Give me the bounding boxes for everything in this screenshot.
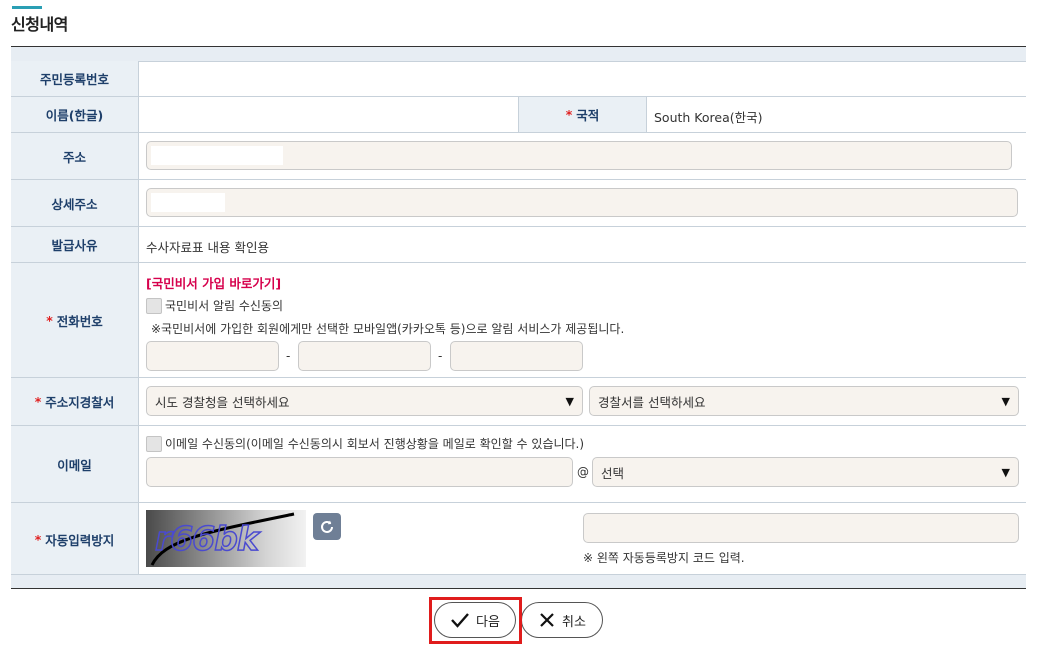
row-detail-address: 상세주소 — [11, 180, 1026, 227]
address-input[interactable] — [146, 141, 1012, 170]
reason-cell: 수사자료표 내용 확인용 — [139, 227, 1026, 262]
name-value — [139, 97, 519, 132]
redacted-detail-address — [151, 193, 225, 212]
captcha-input[interactable] — [583, 513, 1019, 543]
row-email: 이메일 이메일 수신동의(이메일 수신동의시 회보서 진행상황을 메일로 확인할… — [11, 426, 1026, 503]
row-name-nationality: 이름(한글) * 국적 South Korea(한국) — [11, 97, 1026, 133]
station-select-value: 경찰서를 선택하세요 — [598, 394, 706, 410]
label-phone: * 전화번호 — [11, 263, 139, 377]
label-nationality: * 국적 — [518, 97, 647, 132]
phone-separator: - — [286, 349, 291, 363]
nationality-value: South Korea(한국) — [654, 110, 763, 125]
citizen-secretary-link[interactable]: [국민비서 가입 바로가기] — [146, 273, 281, 292]
label-name: 이름(한글) — [11, 97, 139, 132]
phone-part1-input[interactable] — [146, 341, 279, 371]
title-accent-bar — [12, 6, 42, 9]
redacted-address — [151, 146, 283, 165]
phone-consent-label: 국민비서 알림 수신동의 — [165, 299, 284, 313]
police-cell: 시도 경찰청을 선택하세요 ▼ 경찰서를 선택하세요 ▼ — [139, 378, 1026, 425]
label-address: 주소 — [11, 133, 139, 179]
email-domain-select[interactable]: 선택 ▼ — [592, 457, 1019, 487]
email-domain-value: 선택 — [601, 465, 625, 481]
phone-cell: [국민비서 가입 바로가기] 국민비서 알림 수신동의 ※국민비서에 가입한 회… — [139, 263, 1026, 377]
phone-consent-row: 국민비서 알림 수신동의 — [146, 297, 283, 314]
detail-address-input[interactable] — [146, 188, 1018, 217]
detail-address-cell — [139, 180, 1026, 226]
label-detail-address: 상세주소 — [11, 180, 139, 226]
agency-select[interactable]: 시도 경찰청을 선택하세요 ▼ — [146, 386, 583, 416]
captcha-text: r66bk — [154, 518, 259, 559]
close-icon — [540, 613, 554, 627]
email-consent-checkbox[interactable] — [146, 435, 162, 452]
highlight-box — [429, 597, 522, 644]
divider — [11, 588, 1026, 589]
application-form: 주민등록번호 이름(한글) * 국적 South Korea(한국) 주소 상세주… — [11, 61, 1026, 575]
resident-id-value — [139, 61, 1026, 96]
captcha-notice: ※ 왼쪽 자동등록방지 코드 입력. — [583, 551, 745, 565]
phone-consent-checkbox[interactable] — [146, 297, 162, 314]
reason-value: 수사자료표 내용 확인용 — [146, 240, 269, 255]
row-phone: * 전화번호 [국민비서 가입 바로가기] 국민비서 알림 수신동의 ※국민비서에… — [11, 263, 1026, 378]
label-reason: 발급사유 — [11, 227, 139, 262]
phone-separator: - — [438, 349, 443, 363]
label-email: 이메일 — [11, 426, 139, 502]
email-consent-label: 이메일 수신동의(이메일 수신동의시 회보서 진행상황을 메일로 확인할 수 있… — [165, 437, 585, 451]
dropdown-arrow-icon: ▼ — [565, 394, 574, 408]
station-select[interactable]: 경찰서를 선택하세요 ▼ — [589, 386, 1019, 416]
agency-select-value: 시도 경찰청을 선택하세요 — [155, 394, 290, 410]
email-cell: 이메일 수신동의(이메일 수신동의시 회보서 진행상황을 메일로 확인할 수 있… — [139, 426, 1026, 502]
page-title: 신청내역 — [11, 15, 68, 34]
email-at-sign: @ — [577, 465, 589, 479]
label-police: * 주소지경찰서 — [11, 378, 139, 425]
dropdown-arrow-icon: ▼ — [1001, 465, 1010, 479]
email-id-input[interactable] — [146, 457, 573, 487]
phone-part2-input[interactable] — [298, 341, 431, 371]
captcha-image: r66bk — [146, 510, 306, 567]
phone-notice: ※국민비서에 가입한 회원에게만 선택한 모바일앱(카카오톡 등)으로 알림 서… — [151, 322, 625, 336]
captcha-cell: r66bk ※ 왼쪽 자동등록방지 코드 입력. — [139, 503, 1026, 575]
row-captcha: * 자동입력방지 r66bk ※ 왼쪽 자동등록방지 코드 입력. — [11, 503, 1026, 575]
cancel-button[interactable]: 취소 — [521, 602, 603, 638]
row-reason: 발급사유 수사자료표 내용 확인용 — [11, 227, 1026, 263]
row-resident-id: 주민등록번호 — [11, 61, 1026, 97]
row-police: * 주소지경찰서 시도 경찰청을 선택하세요 ▼ 경찰서를 선택하세요 ▼ — [11, 378, 1026, 426]
refresh-icon — [321, 520, 333, 533]
table-footer-band — [11, 574, 1026, 589]
phone-part3-input[interactable] — [450, 341, 583, 371]
dropdown-arrow-icon: ▼ — [1001, 394, 1010, 408]
row-address: 주소 — [11, 133, 1026, 180]
captcha-refresh-button[interactable] — [313, 513, 341, 540]
address-cell — [139, 133, 1026, 179]
email-consent-row: 이메일 수신동의(이메일 수신동의시 회보서 진행상황을 메일로 확인할 수 있… — [146, 435, 584, 452]
table-header-band — [11, 47, 1026, 62]
cancel-button-label: 취소 — [562, 614, 586, 630]
label-resident-id: 주민등록번호 — [11, 61, 139, 96]
label-captcha: * 자동입력방지 — [11, 503, 139, 575]
